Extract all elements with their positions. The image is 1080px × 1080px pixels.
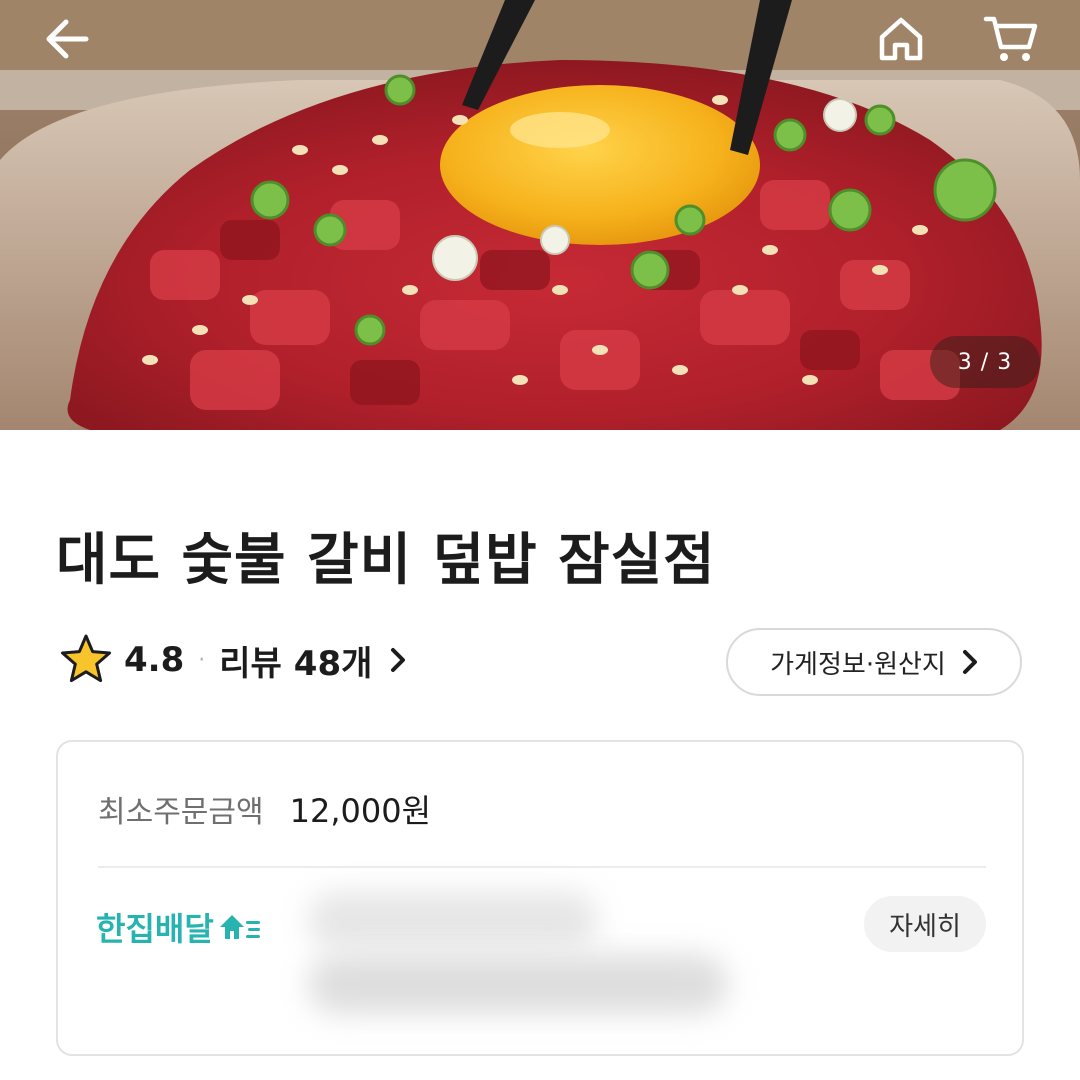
delivery-info-card: 최소주문금액 12,000원 한집배달 자세히 [56, 740, 1024, 1056]
speed-home-icon [219, 915, 260, 939]
rating-value: 4.8 [124, 640, 185, 680]
delivery-detail-button[interactable]: 자세히 [864, 896, 986, 952]
arrow-left-icon [46, 19, 89, 59]
cart-button[interactable] [976, 4, 1046, 74]
reviews-link[interactable]: 리뷰 48개 [219, 636, 406, 685]
card-divider [98, 866, 986, 868]
single-delivery-label: 한집배달 [96, 910, 214, 948]
star-icon [61, 634, 111, 683]
store-info-origin-button[interactable]: 가게정보·원산지 [726, 628, 1022, 696]
review-label: 리뷰 [219, 643, 282, 684]
rating-separator: · [198, 647, 206, 673]
blurred-delivery-detail [308, 892, 598, 948]
store-info-origin-label: 가게정보·원산지 [770, 649, 946, 680]
home-button[interactable] [866, 4, 936, 74]
store-hero-image[interactable]: 3 / 3 [0, 0, 1080, 430]
min-order-value: 12,000원 [289, 792, 432, 830]
back-button[interactable] [32, 4, 102, 74]
chevron-right-icon [962, 650, 977, 674]
cart-icon [983, 16, 1038, 61]
rating-row: 4.8 · 리뷰 48개 [58, 630, 406, 690]
single-delivery-logo: 한집배달 [96, 904, 262, 950]
chevron-right-icon [391, 648, 406, 672]
store-name: 대도 숯불 갈비 덮밥 잠실점 [56, 528, 716, 593]
blurred-delivery-detail [308, 954, 728, 1014]
min-order-label: 최소주문금액 [98, 795, 264, 830]
review-count: 48개 [293, 643, 373, 684]
min-order-row: 최소주문금액 12,000원 [98, 786, 431, 832]
image-page-indicator: 3 / 3 [930, 336, 1040, 388]
home-icon [879, 17, 923, 61]
